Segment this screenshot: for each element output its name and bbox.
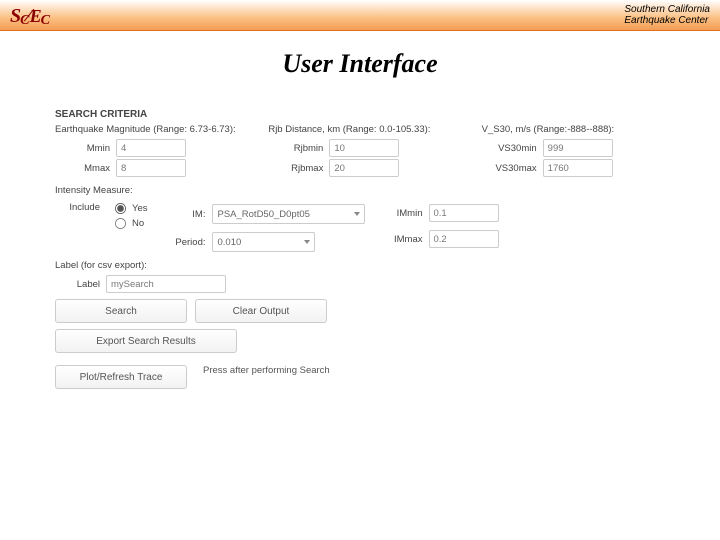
search-panel: SEARCH CRITERIA Earthquake Magnitude (Ra… [0, 109, 720, 389]
plot-hint: Press after performing Search [203, 365, 330, 389]
im-heading: Intensity Measure: [55, 185, 665, 196]
magnitude-label: Earthquake Magnitude (Range: 6.73-6.73): [55, 124, 238, 135]
chevron-down-icon [304, 240, 310, 244]
immax-label: IMmax [383, 234, 429, 245]
rjb-label: Rjb Distance, km (Range: 0.0-105.33): [268, 124, 451, 135]
header-bar: SC/EC Southern California Earthquake Cen… [0, 0, 720, 31]
slide-title: User Interface [0, 49, 720, 79]
rjbmax-label: Rjbmax [268, 163, 329, 174]
chevron-down-icon [354, 212, 360, 216]
clear-output-button[interactable]: Clear Output [195, 299, 327, 323]
export-label-input[interactable] [106, 275, 226, 293]
org-line2: Earthquake Center [624, 15, 710, 26]
rjb-group: Rjb Distance, km (Range: 0.0-105.33): Rj… [268, 124, 451, 179]
magnitude-group: Earthquake Magnitude (Range: 6.73-6.73):… [55, 124, 238, 179]
search-criteria-heading: SEARCH CRITERIA [55, 109, 665, 120]
immax-input[interactable] [429, 230, 499, 248]
rjbmax-input[interactable] [329, 159, 399, 177]
mmax-input[interactable] [116, 159, 186, 177]
include-no-radio[interactable]: No [114, 217, 148, 230]
immin-input[interactable] [429, 204, 499, 222]
mmin-label: Mmin [55, 143, 116, 154]
label-section-heading: Label (for csv export): [55, 260, 665, 271]
immin-label: IMmin [383, 208, 429, 219]
export-label-label: Label [55, 279, 106, 290]
period-select[interactable]: 0.010 [212, 232, 315, 252]
mmin-input[interactable] [116, 139, 186, 157]
im-block: Include Yes No IM: PSA_RotD50_D0pt05 Per… [55, 202, 665, 254]
scec-logo: SC/EC [10, 2, 49, 28]
export-results-button[interactable]: Export Search Results [55, 329, 237, 353]
criteria-columns: Earthquake Magnitude (Range: 6.73-6.73):… [55, 124, 665, 179]
mmax-label: Mmax [55, 163, 116, 174]
search-button[interactable]: Search [55, 299, 187, 323]
vs30-label: V_S30, m/s (Range:-888--888): [482, 124, 665, 135]
vs30min-input[interactable] [543, 139, 613, 157]
vs30min-label: VS30min [482, 143, 543, 154]
vs30max-input[interactable] [543, 159, 613, 177]
rjbmin-label: Rjbmin [268, 143, 329, 154]
im-select[interactable]: PSA_RotD50_D0pt05 [212, 204, 365, 224]
plot-refresh-button[interactable]: Plot/Refresh Trace [55, 365, 187, 389]
vs30max-label: VS30max [482, 163, 543, 174]
org-name: Southern California Earthquake Center [624, 4, 710, 26]
include-yes-radio[interactable]: Yes [114, 202, 148, 215]
org-line1: Southern California [624, 4, 710, 15]
include-label: Include [55, 202, 106, 213]
period-label: Period: [166, 237, 212, 248]
vs30-group: V_S30, m/s (Range:-888--888): VS30min VS… [482, 124, 665, 179]
im-select-label: IM: [166, 209, 212, 220]
rjbmin-input[interactable] [329, 139, 399, 157]
